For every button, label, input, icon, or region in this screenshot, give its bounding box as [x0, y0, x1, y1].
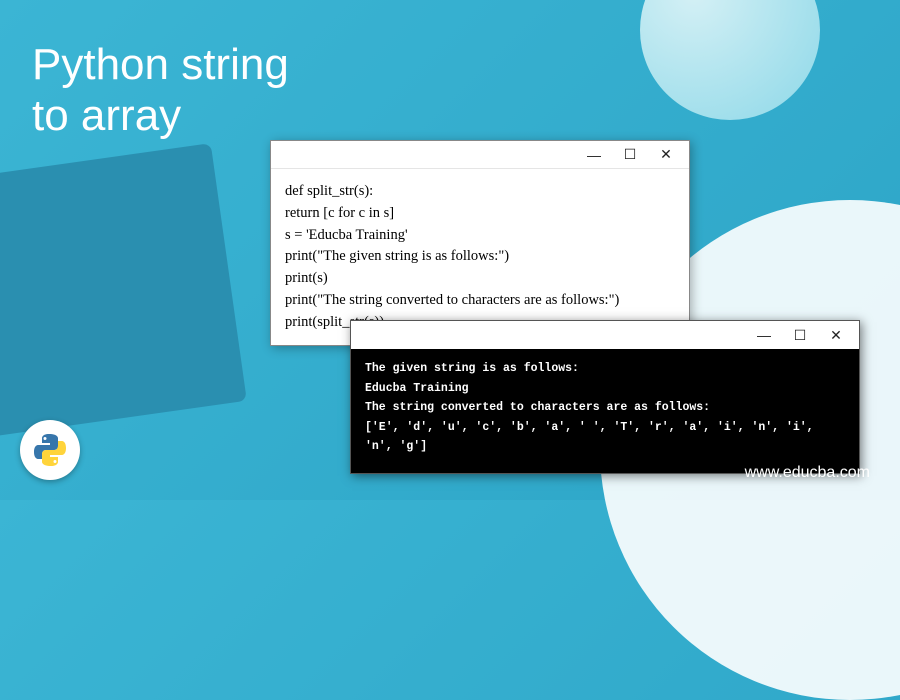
code-line: print(s)	[285, 268, 675, 290]
code-editor-window: — ☐ ✕ def split_str(s): return [c for c …	[270, 140, 690, 346]
code-line: print("The string converted to character…	[285, 290, 675, 312]
python-logo-badge	[20, 420, 80, 480]
website-url: www.educba.com	[745, 464, 870, 482]
background-circle-top	[640, 0, 820, 120]
background-square-left	[0, 143, 247, 437]
terminal-window: — ☐ ✕ The given string is as follows: Ed…	[350, 320, 860, 474]
minimize-button[interactable]: —	[577, 144, 611, 166]
maximize-button[interactable]: ☐	[613, 144, 647, 166]
terminal-titlebar: — ☐ ✕	[351, 321, 859, 349]
terminal-line: Educba Training	[365, 379, 845, 399]
code-window-titlebar: — ☐ ✕	[271, 141, 689, 169]
maximize-button[interactable]: ☐	[783, 324, 817, 346]
code-line: def split_str(s):	[285, 181, 675, 203]
terminal-line: The string converted to characters are a…	[365, 398, 845, 418]
page-title: Python string to array	[32, 40, 289, 141]
minimize-button[interactable]: —	[747, 324, 781, 346]
code-line: s = 'Educba Training'	[285, 225, 675, 247]
python-icon	[30, 430, 70, 470]
terminal-output: The given string is as follows: Educba T…	[351, 349, 859, 473]
title-line-1: Python string	[32, 40, 289, 89]
code-content: def split_str(s): return [c for c in s] …	[271, 169, 689, 345]
code-line: print("The given string is as follows:")	[285, 246, 675, 268]
close-button[interactable]: ✕	[649, 144, 683, 166]
terminal-line: ['E', 'd', 'u', 'c', 'b', 'a', ' ', 'T',…	[365, 418, 845, 457]
code-line: return [c for c in s]	[285, 203, 675, 225]
title-line-2: to array	[32, 91, 181, 140]
terminal-line: The given string is as follows:	[365, 359, 845, 379]
close-button[interactable]: ✕	[819, 324, 853, 346]
